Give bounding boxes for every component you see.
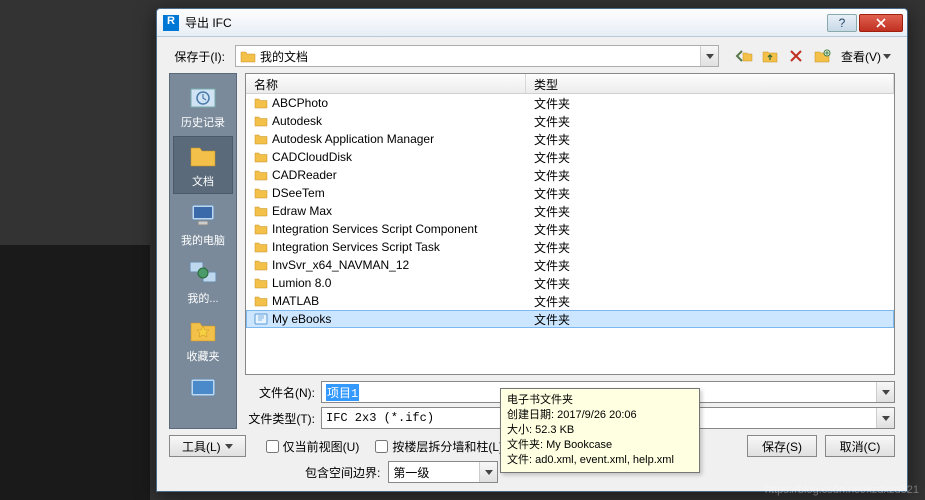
file-name: Autodesk xyxy=(272,114,322,128)
spatial-dropdown-arrow[interactable] xyxy=(479,462,497,482)
savein-dropdown[interactable]: 我的文档 xyxy=(235,45,719,67)
views-button[interactable]: 查看(V) xyxy=(837,46,895,66)
app-icon xyxy=(163,15,179,31)
file-name: Autodesk Application Manager xyxy=(272,132,434,146)
column-type[interactable]: 类型 xyxy=(526,74,894,93)
file-type: 文件夹 xyxy=(526,131,894,148)
up-folder-icon[interactable] xyxy=(759,46,781,66)
folder-tooltip: 电子书文件夹 创建日期: 2017/9/26 20:06 大小: 52.3 KB… xyxy=(500,388,700,473)
file-type: 文件夹 xyxy=(526,293,894,310)
file-type: 文件夹 xyxy=(526,239,894,256)
file-type: 文件夹 xyxy=(526,221,894,238)
file-row[interactable]: Lumion 8.0 文件夹 xyxy=(246,274,894,292)
filetype-dropdown-arrow[interactable] xyxy=(876,408,894,428)
file-name: CADReader xyxy=(272,168,337,182)
savein-label: 保存于(I): xyxy=(169,48,229,65)
spatial-boundary-select[interactable]: 第一级 xyxy=(388,461,498,483)
file-name: MATLAB xyxy=(272,294,319,308)
filename-dropdown-arrow[interactable] xyxy=(876,382,894,402)
spatial-label: 包含空间边界: xyxy=(305,464,380,481)
file-type: 文件夹 xyxy=(526,203,894,220)
window-title: 导出 IFC xyxy=(185,14,825,31)
chevron-down-icon xyxy=(883,54,891,59)
delete-icon[interactable] xyxy=(785,46,807,66)
save-button[interactable]: 保存(S) xyxy=(747,435,817,457)
file-row[interactable]: CADReader 文件夹 xyxy=(246,166,894,184)
file-type: 文件夹 xyxy=(526,185,894,202)
file-row[interactable]: Edraw Max 文件夹 xyxy=(246,202,894,220)
file-name: DSeeTem xyxy=(272,186,325,200)
titlebar[interactable]: 导出 IFC ? xyxy=(157,9,907,37)
place-documents[interactable]: 文档 xyxy=(173,136,233,194)
file-row[interactable]: DSeeTem 文件夹 xyxy=(246,184,894,202)
file-row[interactable]: My eBooks 文件夹 xyxy=(246,310,894,328)
file-type: 文件夹 xyxy=(526,275,894,292)
savein-value: 我的文档 xyxy=(260,48,308,65)
current-view-checkbox[interactable]: 仅当前视图(U) xyxy=(266,438,360,455)
back-icon[interactable] xyxy=(733,46,755,66)
file-name: InvSvr_x64_NAVMAN_12 xyxy=(272,258,409,272)
file-row[interactable]: Autodesk 文件夹 xyxy=(246,112,894,130)
file-list: 名称 类型 ABCPhoto文件夹Autodesk文件夹Autodesk App… xyxy=(245,73,895,375)
list-body[interactable]: ABCPhoto文件夹Autodesk文件夹Autodesk Applicati… xyxy=(246,94,894,374)
file-name: Integration Services Script Task xyxy=(272,240,440,254)
file-row[interactable]: Integration Services Script Task 文件夹 xyxy=(246,238,894,256)
file-row[interactable]: Integration Services Script Component 文件夹 xyxy=(246,220,894,238)
file-row[interactable]: InvSvr_x64_NAVMAN_12 文件夹 xyxy=(246,256,894,274)
place-desktop[interactable] xyxy=(173,370,233,408)
file-row[interactable]: MATLAB 文件夹 xyxy=(246,292,894,310)
chevron-down-icon xyxy=(225,444,233,449)
file-type: 文件夹 xyxy=(526,95,894,112)
documents-icon xyxy=(185,141,221,171)
file-type: 文件夹 xyxy=(526,167,894,184)
watermark: https://blog.csdn.net/xzdxzd321 xyxy=(765,484,919,496)
column-name[interactable]: 名称 xyxy=(246,74,526,93)
help-button[interactable]: ? xyxy=(827,14,857,32)
place-history[interactable]: 历史记录 xyxy=(173,78,233,134)
desktop-icon xyxy=(185,374,221,404)
file-name: CADCloudDisk xyxy=(272,150,352,164)
close-button[interactable] xyxy=(859,14,903,32)
file-type: 文件夹 xyxy=(526,149,894,166)
tools-button[interactable]: 工具(L) xyxy=(169,435,246,457)
file-name: My eBooks xyxy=(272,312,331,326)
background-3d-object xyxy=(0,245,150,500)
network-icon xyxy=(185,258,221,288)
file-type: 文件夹 xyxy=(526,257,894,274)
place-network[interactable]: 我的... xyxy=(173,254,233,310)
file-row[interactable]: ABCPhoto 文件夹 xyxy=(246,94,894,112)
filename-label: 文件名(N): xyxy=(245,384,315,401)
place-computer[interactable]: 我的电脑 xyxy=(173,196,233,252)
favorites-icon xyxy=(185,316,221,346)
file-name: Edraw Max xyxy=(272,204,332,218)
file-type: 文件夹 xyxy=(526,113,894,130)
file-name: ABCPhoto xyxy=(272,96,328,110)
file-type: 文件夹 xyxy=(526,311,894,328)
computer-icon xyxy=(185,200,221,230)
list-header: 名称 类型 xyxy=(246,74,894,94)
file-name: Integration Services Script Component xyxy=(272,222,477,236)
places-bar: 历史记录 文档 我的电脑 xyxy=(169,73,237,429)
place-favorites[interactable]: 收藏夹 xyxy=(173,312,233,368)
savein-dropdown-arrow[interactable] xyxy=(700,46,718,66)
history-icon xyxy=(185,82,221,112)
file-name: Lumion 8.0 xyxy=(272,276,331,290)
cancel-button[interactable]: 取消(C) xyxy=(825,435,895,457)
file-row[interactable]: Autodesk Application Manager 文件夹 xyxy=(246,130,894,148)
split-walls-checkbox[interactable]: 按楼层拆分墙和柱(L) xyxy=(375,438,503,455)
new-folder-icon[interactable] xyxy=(811,46,833,66)
filetype-label: 文件类型(T): xyxy=(245,410,315,427)
file-row[interactable]: CADCloudDisk 文件夹 xyxy=(246,148,894,166)
